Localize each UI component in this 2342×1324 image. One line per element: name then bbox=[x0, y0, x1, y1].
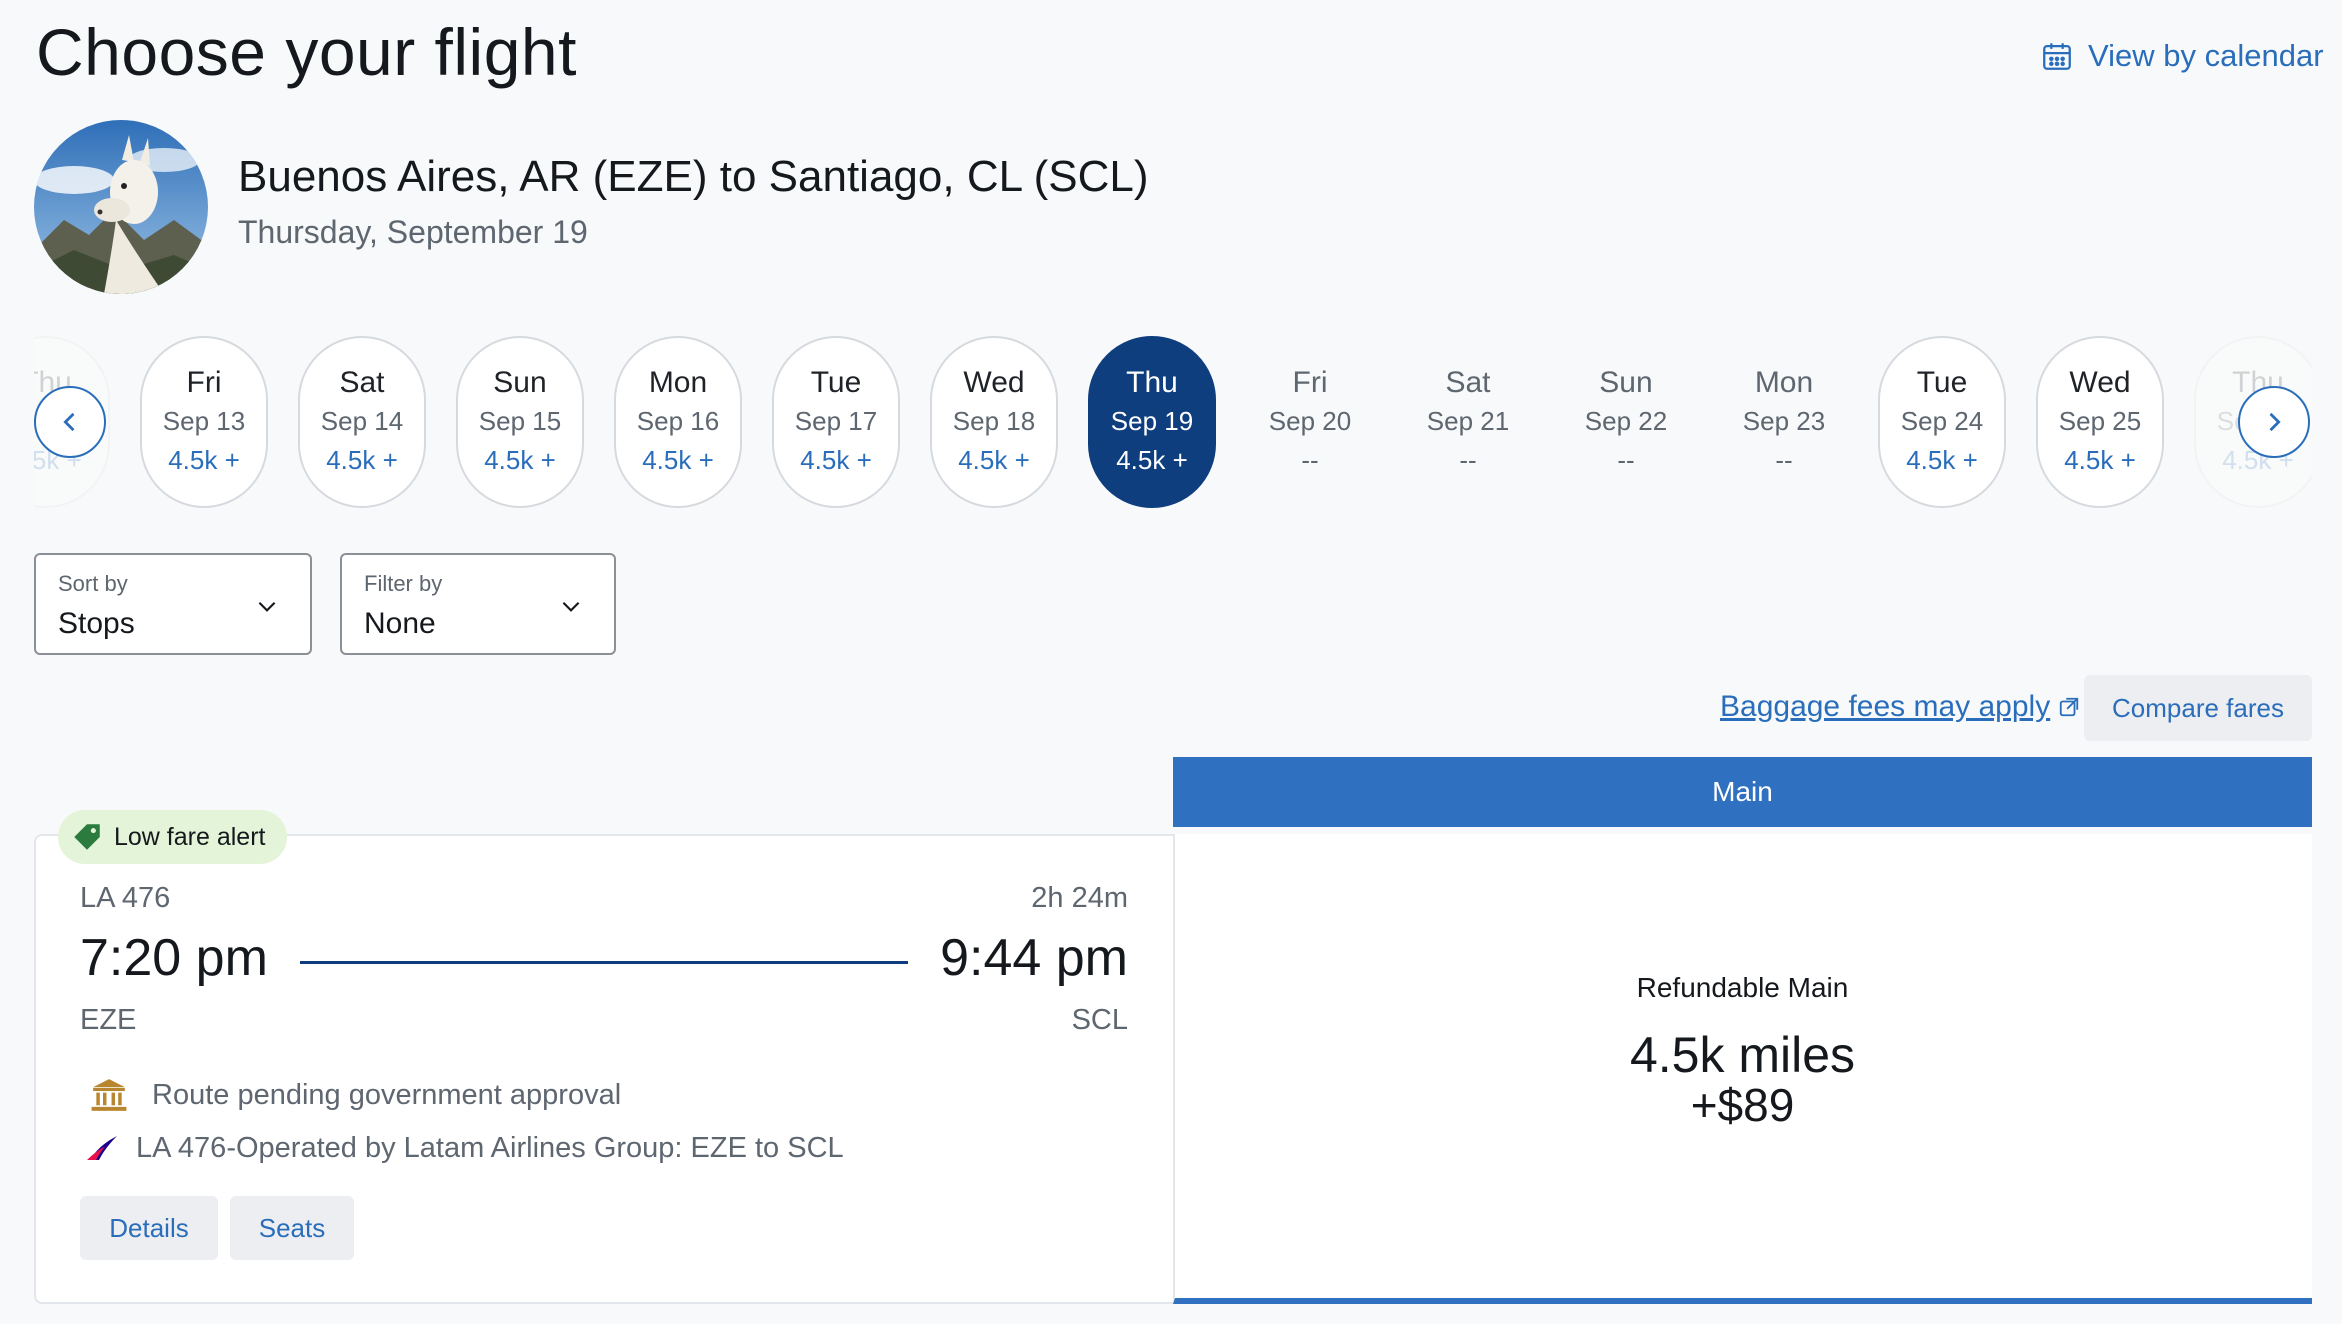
low-fare-alert-label: Low fare alert bbox=[114, 822, 266, 851]
date-option-weekday: Thu bbox=[1126, 366, 1178, 399]
date-option-date: Sep 16 bbox=[636, 406, 720, 436]
date-option-price: 4.5k + bbox=[326, 445, 398, 475]
date-option-date: Sep 21 bbox=[1426, 406, 1510, 436]
next-dates-button[interactable] bbox=[2238, 386, 2310, 458]
date-option-date: Sep 17 bbox=[794, 406, 878, 436]
route-title: Buenos Aires, AR (EZE) to Santiago, CL (… bbox=[238, 152, 1149, 201]
arrival-time: 9:44 pm bbox=[940, 929, 1128, 987]
date-option[interactable]: Tue Sep 24 4.5k + bbox=[1878, 336, 2006, 508]
departure-time: 7:20 pm bbox=[80, 929, 268, 987]
arrival-airport: SCL bbox=[1071, 1004, 1128, 1036]
date-option[interactable]: Tue Sep 17 4.5k + bbox=[772, 336, 900, 508]
page-title: Choose your flight bbox=[36, 15, 577, 89]
chevron-down-icon bbox=[258, 601, 276, 612]
latam-logo-icon bbox=[87, 1136, 117, 1160]
date-option-weekday: Mon bbox=[1754, 366, 1814, 399]
date-option[interactable]: Wed Sep 18 4.5k + bbox=[930, 336, 1058, 508]
route-date: Thursday, September 19 bbox=[238, 214, 588, 250]
flight-path-line bbox=[300, 961, 908, 964]
date-option-weekday: Sat bbox=[1445, 366, 1491, 399]
route-notice: Route pending government approval bbox=[90, 1076, 621, 1114]
low-fare-alert-badge: Low fare alert bbox=[58, 810, 288, 864]
date-option-price: -- bbox=[1617, 445, 1635, 475]
date-option-weekday: Wed bbox=[2069, 366, 2131, 399]
compare-fares-button[interactable]: Compare fares bbox=[2084, 675, 2312, 741]
external-link-icon bbox=[2060, 697, 2079, 717]
chevron-right-icon bbox=[2269, 412, 2281, 432]
date-option-weekday: Fri bbox=[186, 366, 222, 399]
date-option-date: Sep 18 bbox=[952, 406, 1036, 436]
date-option-price: 4.5k + bbox=[642, 445, 714, 475]
date-option[interactable]: Sun Sep 15 4.5k + bbox=[456, 336, 584, 508]
date-option-weekday: Wed bbox=[963, 366, 1025, 399]
date-option-date: Sep 23 bbox=[1742, 406, 1826, 436]
date-option[interactable]: Wed Sep 25 4.5k + bbox=[2036, 336, 2164, 508]
date-option-date: Sep 14 bbox=[320, 406, 404, 436]
view-by-calendar-link[interactable]: View by calendar bbox=[2040, 38, 2324, 74]
date-option-weekday: Sun bbox=[493, 366, 547, 399]
date-option-date: Sep 19 bbox=[1110, 406, 1194, 436]
fare-column-header-main: Main bbox=[1173, 757, 2312, 827]
date-option-weekday: Sun bbox=[1599, 366, 1653, 399]
date-option[interactable]: Mon Sep 16 4.5k + bbox=[614, 336, 742, 508]
date-option[interactable]: Mon Sep 23 -- bbox=[1720, 336, 1848, 508]
fare-name: Refundable Main bbox=[1636, 972, 1849, 1003]
fare-miles: 4.5k miles bbox=[1629, 1027, 1856, 1083]
date-option-weekday: Sat bbox=[339, 366, 385, 399]
details-button[interactable]: Details bbox=[80, 1196, 218, 1260]
calendar-icon bbox=[2043, 43, 2071, 70]
fare-cash: +$89 bbox=[1690, 1079, 1795, 1131]
date-option[interactable]: Sun Sep 22 -- bbox=[1562, 336, 1690, 508]
date-option[interactable]: Sat Sep 14 4.5k + bbox=[298, 336, 426, 508]
date-selector: ThuSep 124.5k +FriSep 134.5k +SatSep 144… bbox=[34, 336, 2312, 512]
date-option-price: -- bbox=[1775, 445, 1793, 475]
date-option-date: Sep 20 bbox=[1268, 406, 1352, 436]
date-option[interactable]: Fri Sep 20 -- bbox=[1246, 336, 1374, 508]
date-option-price: 4.5k + bbox=[958, 445, 1030, 475]
date-option-weekday: Tue bbox=[810, 366, 862, 399]
date-option-price: 4.5k + bbox=[1116, 445, 1188, 475]
operated-by-row: LA 476-Operated by Latam Airlines Group:… bbox=[84, 1130, 844, 1166]
date-option[interactable]: Fri Sep 13 4.5k + bbox=[140, 336, 268, 508]
chevron-left-icon bbox=[63, 412, 75, 432]
view-by-calendar-label: View by calendar bbox=[2088, 38, 2324, 73]
baggage-fees-label: Baggage fees may apply bbox=[1720, 690, 2051, 723]
previous-dates-button[interactable] bbox=[34, 386, 106, 458]
date-option-price: 4.5k + bbox=[484, 445, 556, 475]
filter-by-select[interactable]: Filter by None bbox=[340, 553, 616, 655]
date-option-price: 4.5k + bbox=[168, 445, 240, 475]
destination-photo bbox=[34, 120, 208, 294]
date-option-price: 4.5k + bbox=[800, 445, 872, 475]
date-option-weekday: Tue bbox=[1916, 366, 1968, 399]
government-building-icon bbox=[91, 1079, 127, 1111]
date-option-date: Sep 24 bbox=[1900, 406, 1984, 436]
date-option[interactable]: Thu Sep 19 4.5k + bbox=[1088, 336, 1216, 508]
flight-duration: 2h 24m bbox=[1031, 882, 1128, 914]
route-notice-text: Route pending government approval bbox=[152, 1078, 622, 1111]
date-option[interactable]: Sat Sep 21 -- bbox=[1404, 336, 1532, 508]
date-option-price: -- bbox=[1301, 445, 1319, 475]
date-option-price: 4.5k + bbox=[2064, 445, 2136, 475]
date-option-date: Sep 13 bbox=[162, 406, 246, 436]
date-option-date: Sep 22 bbox=[1584, 406, 1668, 436]
departure-airport: EZE bbox=[80, 1004, 137, 1036]
chevron-down-icon bbox=[562, 601, 580, 612]
operated-by-text: LA 476-Operated by Latam Airlines Group:… bbox=[136, 1131, 844, 1164]
sort-by-select[interactable]: Sort by Stops bbox=[34, 553, 312, 655]
price-tag-icon bbox=[74, 824, 100, 850]
date-option-weekday: Fri bbox=[1292, 366, 1328, 399]
date-option-weekday: Mon bbox=[648, 366, 708, 399]
date-option-price: -- bbox=[1459, 445, 1477, 475]
date-option-date: Sep 25 bbox=[2058, 406, 2142, 436]
flight-number: LA 476 bbox=[80, 882, 171, 914]
date-option-date: Sep 15 bbox=[478, 406, 562, 436]
date-option-price: 4.5k + bbox=[1906, 445, 1978, 475]
seats-button[interactable]: Seats bbox=[230, 1196, 354, 1260]
baggage-fees-link[interactable]: Baggage fees may apply bbox=[1720, 690, 2080, 724]
